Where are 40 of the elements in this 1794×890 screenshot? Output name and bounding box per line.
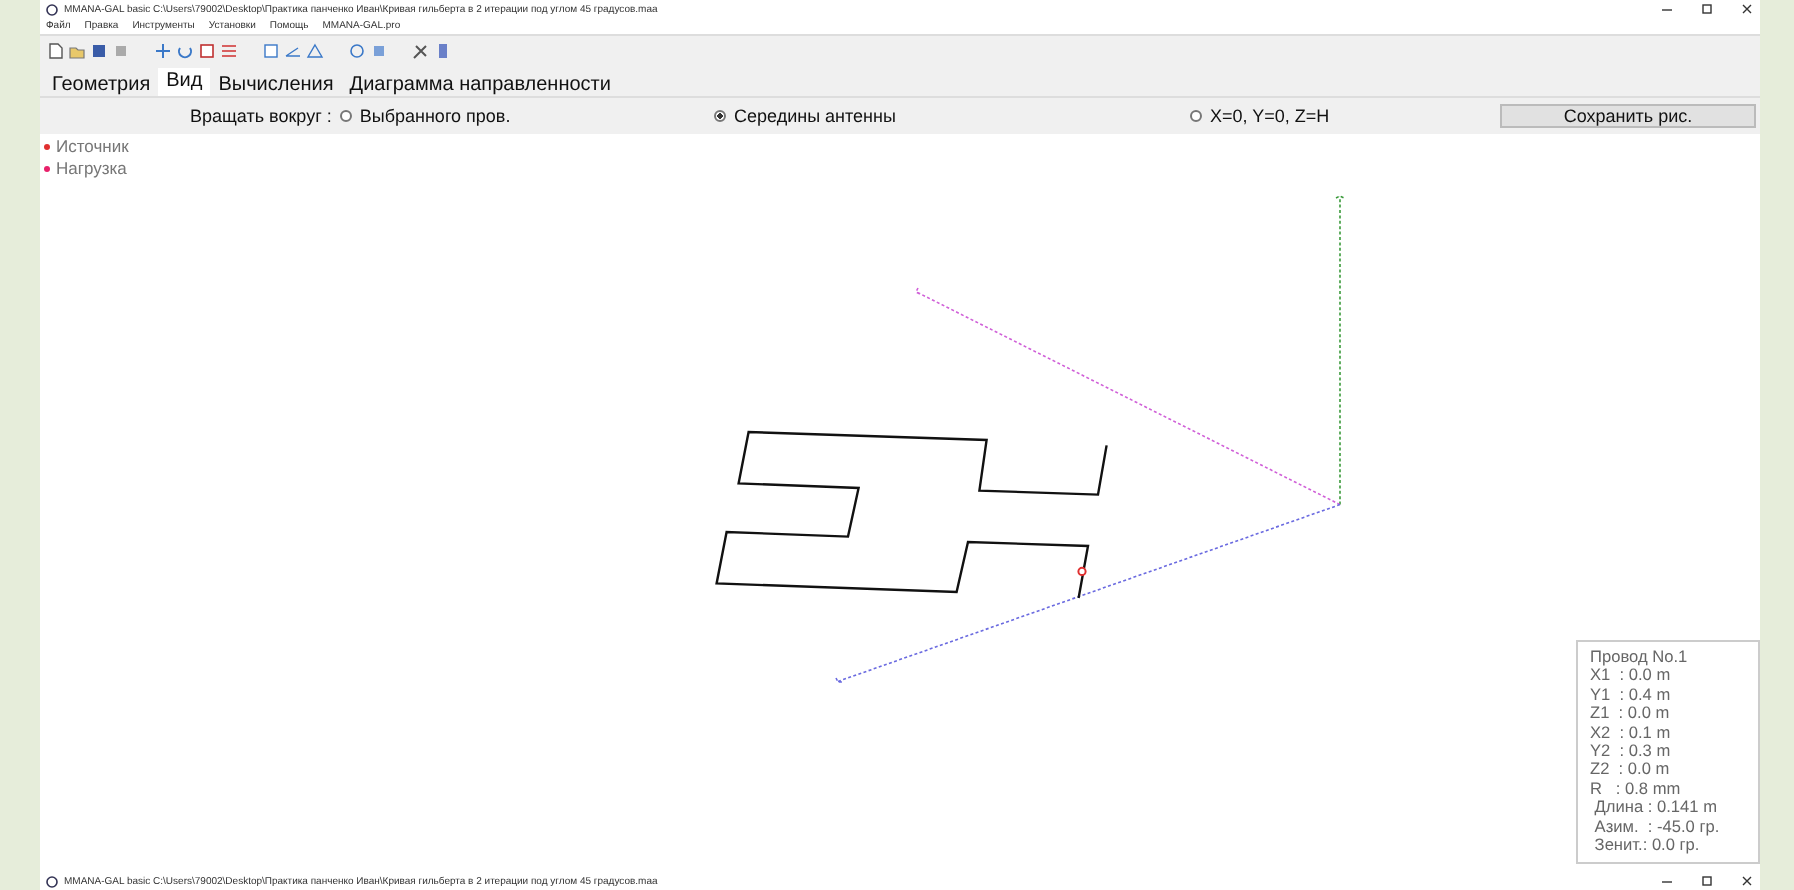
wire-info-line: Z1 : 0.0 m [1590, 704, 1672, 724]
wire-info-line: Азим. : -45.0 гр. [1592, 817, 1722, 837]
rotate-icon[interactable] [176, 42, 194, 60]
radio-icon[interactable] [714, 110, 726, 122]
radio-option[interactable]: Середины антенны [714, 106, 896, 126]
save-picture-button[interactable]: Сохранить рис. [1500, 104, 1756, 128]
wire-info-line: Y2 : 0.3 m [1590, 742, 1673, 761]
radio-option[interactable]: Выбранного пров. [339, 106, 511, 126]
wire-info-line: X2 : 0.1 m [1590, 723, 1673, 743]
list-icon[interactable] [220, 42, 238, 60]
tab[interactable]: Геометрия [44, 72, 159, 96]
radio-option[interactable]: X=0, Y=0, Z=H [1190, 106, 1330, 126]
app-icon [46, 3, 58, 15]
legend-label: Источник [56, 136, 129, 156]
wire-info-line: X1 : 0.0 m [1590, 666, 1673, 686]
angle-icon[interactable] [284, 42, 302, 60]
wire-info-line: Зенит.: 0.0 гр. [1592, 836, 1700, 855]
close-icon[interactable] [1740, 874, 1754, 888]
wire-info-line: Z2 : 0.0 m [1590, 760, 1672, 780]
rotate-label: Вращать вокруг : [190, 106, 332, 126]
restore-icon[interactable] [1700, 2, 1714, 16]
move-icon[interactable] [154, 42, 172, 60]
close-icon[interactable] [1740, 2, 1754, 16]
app-icon [46, 876, 58, 888]
tab[interactable]: Вид [158, 68, 211, 96]
tab[interactable]: Вычисления [210, 72, 342, 96]
source-marker [1077, 566, 1087, 576]
radio-icon[interactable] [339, 110, 352, 122]
tab[interactable]: Диаграмма направленности [341, 72, 619, 96]
target-icon[interactable] [348, 42, 366, 60]
wire-info-line: Длина : 0.141 m [1592, 798, 1719, 818]
new-file-icon[interactable] [46, 42, 64, 60]
open-folder-icon[interactable] [68, 42, 86, 60]
wire-info-line: Провод No.1 [1590, 648, 1690, 667]
wire-info-line: R : 0.8 mm [1590, 779, 1683, 799]
restore-icon[interactable] [1700, 874, 1714, 888]
radio-icon[interactable] [1190, 110, 1202, 122]
wire-info-line: Y1 : 0.4 m [1590, 685, 1673, 705]
legend-label: Нагрузка [56, 158, 127, 178]
triangle-icon[interactable] [306, 42, 324, 60]
